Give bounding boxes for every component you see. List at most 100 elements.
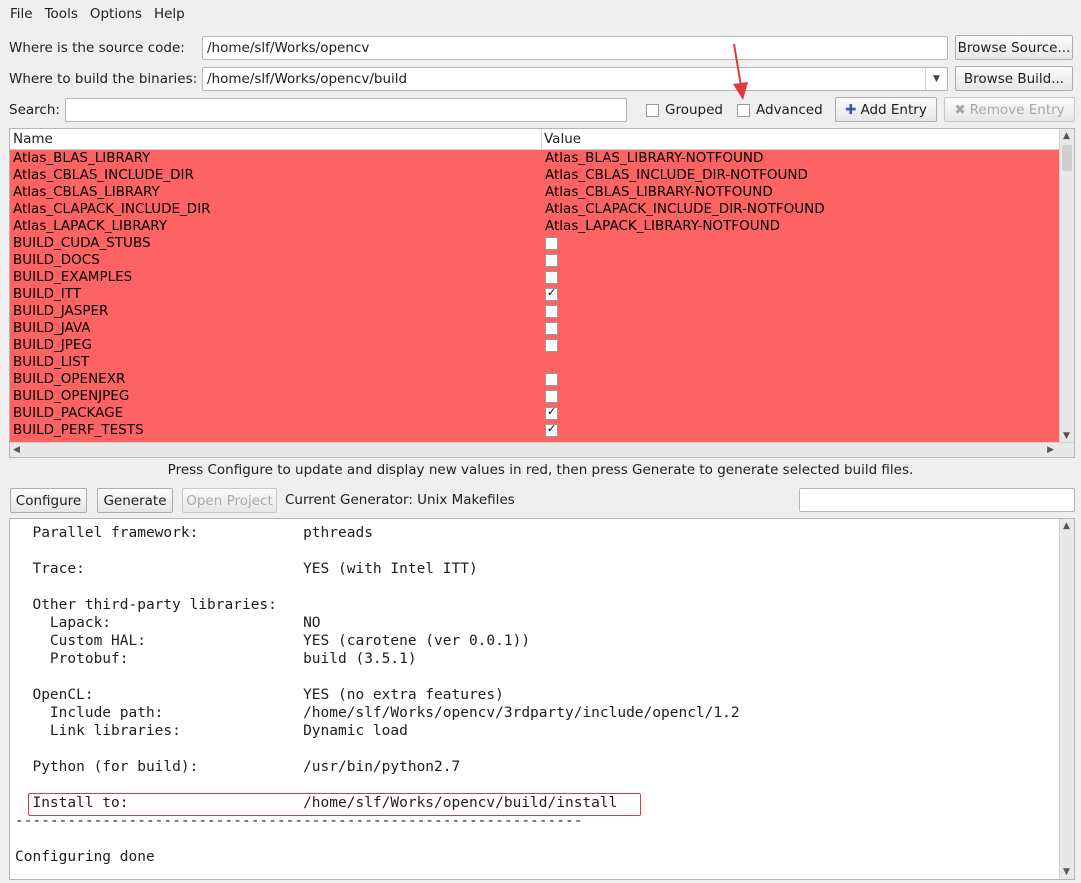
grouped-label: Grouped: [665, 102, 723, 118]
table-row[interactable]: BUILD_JPEG: [10, 337, 1060, 354]
cache-entry-value[interactable]: [545, 252, 558, 269]
value-checkbox[interactable]: [545, 271, 558, 284]
cache-table: Name Value Atlas_BLAS_LIBRARY Atlas_BLAS_…: [9, 128, 1075, 458]
table-row[interactable]: Atlas_BLAS_LIBRARY Atlas_BLAS_LIBRARY-NOT…: [10, 150, 1060, 167]
cache-entry-value[interactable]: Atlas_CBLAS_LIBRARY-NOTFOUND: [545, 184, 773, 201]
value-checkbox[interactable]: [545, 305, 558, 318]
advanced-check-box[interactable]: [737, 103, 750, 117]
plus-icon: ✚: [845, 101, 857, 118]
dropdown-arrow-icon[interactable]: ▼: [925, 68, 947, 90]
column-name-header[interactable]: Name: [13, 131, 53, 147]
value-checkbox[interactable]: ✓: [545, 286, 558, 301]
cache-entry-value[interactable]: ✓: [545, 422, 558, 439]
scroll-right-icon[interactable]: ▶: [1047, 445, 1054, 455]
table-row[interactable]: BUILD_PERF_TESTS ✓: [10, 422, 1060, 439]
table-row[interactable]: Atlas_CBLAS_LIBRARY Atlas_CBLAS_LIBRARY-N…: [10, 184, 1060, 201]
cache-entry-value[interactable]: Atlas_CLAPACK_INCLUDE_DIR-NOTFOUND: [545, 201, 825, 218]
cache-entry-name: Atlas_BLAS_LIBRARY: [13, 150, 151, 166]
cache-entry-value[interactable]: Atlas_CBLAS_INCLUDE_DIR-NOTFOUND: [545, 167, 808, 184]
table-row[interactable]: BUILD_JASPER: [10, 303, 1060, 320]
table-body: Atlas_BLAS_LIBRARY Atlas_BLAS_LIBRARY-NOT…: [10, 150, 1060, 442]
table-row[interactable]: BUILD_EXAMPLES: [10, 269, 1060, 286]
value-checkbox[interactable]: [545, 339, 558, 352]
cache-entry-name: BUILD_OPENEXR: [13, 371, 126, 387]
table-row[interactable]: Atlas_CBLAS_INCLUDE_DIR Atlas_CBLAS_INCLU…: [10, 167, 1060, 184]
open-project-button[interactable]: Open Project: [182, 488, 277, 513]
cache-entry-value[interactable]: [545, 388, 558, 405]
browse-build-button[interactable]: Browse Build...: [955, 66, 1073, 91]
cache-entry-value[interactable]: [545, 371, 558, 388]
column-value-header[interactable]: Value: [544, 131, 581, 147]
table-row[interactable]: Atlas_LAPACK_LIBRARY Atlas_LAPACK_LIBRARY…: [10, 218, 1060, 235]
add-entry-label: Add Entry: [860, 101, 927, 118]
configure-button[interactable]: Configure: [10, 488, 87, 513]
value-checkbox[interactable]: [545, 254, 558, 267]
table-row[interactable]: BUILD_CUDA_STUBS: [10, 235, 1060, 252]
remove-entry-label: Remove Entry: [969, 101, 1065, 118]
checkmark-icon: ✓: [547, 405, 557, 418]
advanced-checkbox[interactable]: Advanced: [737, 102, 823, 118]
value-checkbox[interactable]: [545, 322, 558, 335]
value-checkbox[interactable]: [545, 237, 558, 250]
scroll-left-icon[interactable]: ◀: [13, 445, 20, 455]
cache-entry-value[interactable]: [545, 337, 558, 354]
table-row[interactable]: BUILD_JAVA: [10, 320, 1060, 337]
cache-entry-name: Atlas_CBLAS_INCLUDE_DIR: [13, 167, 194, 183]
table-row[interactable]: Atlas_CLAPACK_INCLUDE_DIR Atlas_CLAPACK_I…: [10, 201, 1060, 218]
cache-entry-value[interactable]: ✓: [545, 405, 558, 422]
build-path-value: /home/slf/Works/opencv/build: [207, 71, 408, 87]
menu-options[interactable]: Options: [84, 6, 148, 22]
value-checkbox[interactable]: [545, 390, 558, 403]
add-entry-button[interactable]: ✚ Add Entry: [835, 97, 937, 122]
value-checkbox[interactable]: ✓: [545, 422, 558, 437]
source-label: Where is the source code:: [9, 40, 185, 56]
table-scroll-thumb[interactable]: [1062, 145, 1072, 171]
cache-entry-name: BUILD_ITT: [13, 286, 82, 302]
cache-entry-value[interactable]: ✓: [545, 286, 558, 303]
log-scroll-up-icon[interactable]: ▲: [1063, 521, 1070, 531]
progress-field: [799, 488, 1075, 512]
cache-entry-name: Atlas_CBLAS_LIBRARY: [13, 184, 160, 200]
build-path-combobox[interactable]: /home/slf/Works/opencv/build ▼: [202, 67, 948, 91]
cache-entry-name: BUILD_DOCS: [13, 252, 100, 268]
generate-button[interactable]: Generate: [97, 488, 173, 513]
table-horizontal-scrollbar[interactable]: ◀ ▶: [10, 442, 1074, 457]
menu-file[interactable]: File: [4, 6, 39, 22]
scroll-up-icon[interactable]: ▲: [1063, 131, 1070, 141]
grouped-checkbox[interactable]: Grouped: [646, 102, 723, 118]
grouped-check-box[interactable]: [646, 103, 659, 117]
menu-tools[interactable]: Tools: [39, 6, 84, 22]
scroll-down-icon[interactable]: ▼: [1063, 431, 1070, 441]
cache-entry-value[interactable]: [545, 235, 558, 252]
menu-help[interactable]: Help: [148, 6, 191, 22]
table-row[interactable]: BUILD_LIST: [10, 354, 1060, 371]
table-row[interactable]: BUILD_OPENJPEG: [10, 388, 1060, 405]
log-scroll-down-icon[interactable]: ▼: [1063, 867, 1070, 877]
table-row[interactable]: BUILD_ITT ✓: [10, 286, 1060, 303]
value-checkbox[interactable]: ✓: [545, 405, 558, 420]
log-vertical-scrollbar[interactable]: ▲ ▼: [1059, 519, 1074, 879]
cache-entry-value[interactable]: [545, 269, 558, 286]
cache-entry-value[interactable]: Atlas_BLAS_LIBRARY-NOTFOUND: [545, 150, 763, 167]
current-generator-label: Current Generator: Unix Makefiles: [285, 492, 515, 508]
output-log[interactable]: Parallel framework: pthreads Trace: YES …: [9, 518, 1075, 880]
cache-entry-value[interactable]: [545, 303, 558, 320]
cache-entry-name: BUILD_OPENJPEG: [13, 388, 130, 404]
browse-source-button[interactable]: Browse Source...: [955, 35, 1073, 60]
table-row[interactable]: BUILD_OPENEXR: [10, 371, 1060, 388]
cache-entry-value[interactable]: [545, 320, 558, 337]
column-separator: [541, 129, 542, 150]
remove-entry-button[interactable]: ✖ Remove Entry: [944, 97, 1075, 122]
value-checkbox[interactable]: [545, 373, 558, 386]
cache-entry-name: BUILD_PERF_TESTS: [13, 422, 144, 438]
cache-entry-name: BUILD_LIST: [13, 354, 90, 370]
cache-entry-value[interactable]: Atlas_LAPACK_LIBRARY-NOTFOUND: [545, 218, 780, 235]
table-row[interactable]: BUILD_PACKAGE ✓: [10, 405, 1060, 422]
table-row[interactable]: BUILD_DOCS: [10, 252, 1060, 269]
cache-entry-name: BUILD_JASPER: [13, 303, 109, 319]
search-input[interactable]: [65, 98, 627, 122]
source-path-input[interactable]: /home/slf/Works/opencv: [202, 36, 948, 60]
table-header: Name Value: [10, 129, 1060, 150]
table-vertical-scrollbar[interactable]: ▲ ▼: [1059, 129, 1074, 443]
advanced-label: Advanced: [756, 102, 823, 118]
